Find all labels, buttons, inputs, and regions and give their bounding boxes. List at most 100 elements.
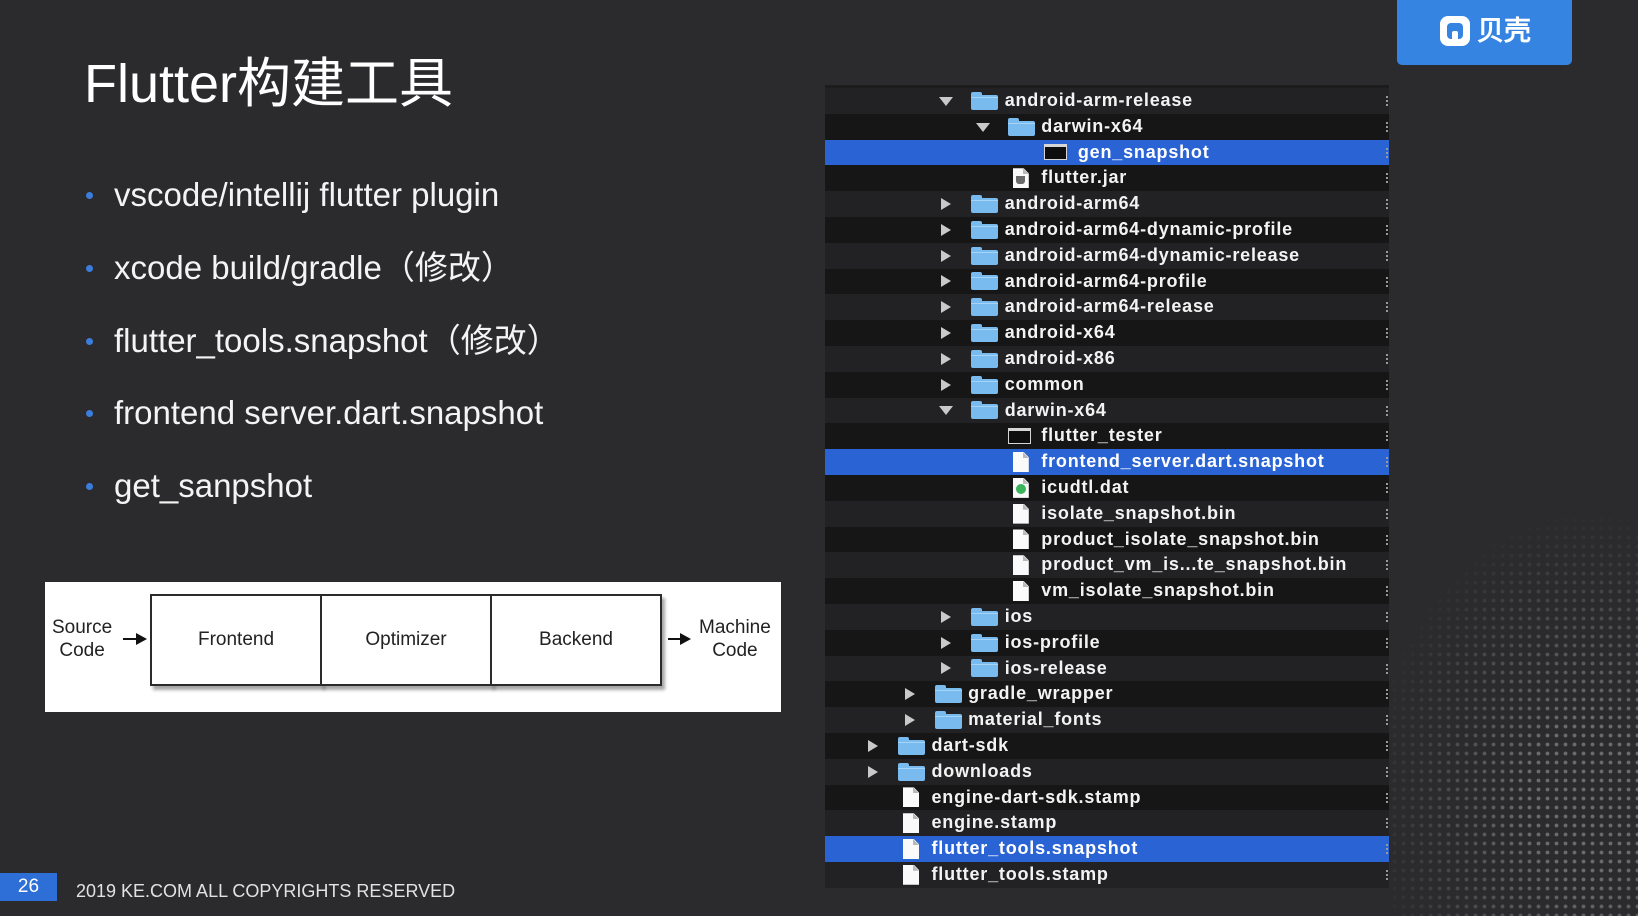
folder-icon — [971, 375, 999, 394]
terminal-icon — [1044, 144, 1068, 161]
column-divider[interactable] — [1386, 147, 1388, 158]
column-divider[interactable] — [1386, 379, 1388, 390]
column-divider[interactable] — [1386, 457, 1388, 468]
file-tree-row[interactable]: isolate_snapshot.bin — [825, 500, 1389, 527]
file-tree-row[interactable]: material_fonts — [825, 707, 1389, 733]
document-icon — [1012, 555, 1029, 576]
column-divider[interactable] — [1386, 869, 1388, 880]
file-tree-row[interactable]: engine.stamp — [825, 810, 1389, 837]
disclosure-triangle-collapsed-icon[interactable] — [941, 198, 952, 211]
stage-frontend: Frontend — [150, 594, 322, 686]
file-tree-row[interactable]: frontend_server.dart.snapshot — [825, 449, 1389, 475]
file-name: android-arm64-release — [1004, 296, 1215, 317]
column-divider[interactable] — [1386, 534, 1388, 545]
column-divider[interactable] — [1386, 715, 1388, 726]
folder-icon — [971, 272, 999, 291]
bullet-dot — [86, 410, 93, 418]
column-divider[interactable] — [1386, 353, 1388, 364]
file-tree-row[interactable]: android-x64 — [825, 320, 1389, 346]
column-divider[interactable] — [1386, 637, 1388, 648]
disclosure-triangle-collapsed-icon[interactable] — [941, 662, 952, 675]
file-tree-row[interactable]: product_isolate_snapshot.bin — [825, 526, 1389, 553]
column-divider[interactable] — [1386, 482, 1388, 493]
file-name: android-x64 — [1004, 322, 1116, 343]
column-divider[interactable] — [1386, 586, 1388, 597]
disclosure-triangle-collapsed-icon[interactable] — [941, 610, 952, 623]
file-tree-row[interactable]: android-arm64-dynamic-profile — [825, 216, 1389, 243]
file-tree-row[interactable]: android-arm-release — [825, 88, 1389, 114]
file-tree-row[interactable]: android-arm64-release — [825, 294, 1389, 321]
file-tree-row[interactable]: ios-release — [825, 655, 1389, 682]
file-tree-row[interactable]: common — [825, 371, 1389, 398]
file-tree-row[interactable]: ios — [825, 603, 1389, 630]
disclosure-triangle-collapsed-icon[interactable] — [941, 275, 952, 288]
column-divider[interactable] — [1386, 508, 1388, 519]
file-tree-row[interactable]: darwin-x64 — [825, 113, 1389, 140]
column-divider[interactable] — [1386, 121, 1388, 132]
column-divider[interactable] — [1386, 740, 1388, 751]
file-tree-row[interactable]: dart-sdk — [825, 732, 1389, 759]
file-name: icudtl.dat — [1041, 476, 1130, 497]
disclosure-triangle-collapsed-icon[interactable] — [941, 249, 952, 262]
bullet-dot — [86, 337, 93, 345]
column-divider[interactable] — [1386, 844, 1388, 855]
file-tree-row[interactable]: flutter_tools.snapshot — [825, 836, 1389, 862]
column-divider[interactable] — [1386, 328, 1388, 339]
file-tree-row[interactable]: flutter_tester — [825, 423, 1389, 450]
diagram-output-label: Machine Code — [699, 617, 771, 661]
disclosure-triangle-expanded-icon[interactable] — [939, 96, 954, 106]
file-tree-row[interactable]: darwin-x64 — [825, 397, 1389, 424]
file-name: darwin-x64 — [1004, 399, 1107, 420]
file-tree-row[interactable]: downloads — [825, 758, 1389, 785]
file-tree-row[interactable]: vm_isolate_snapshot.bin — [825, 578, 1389, 604]
column-divider[interactable] — [1386, 96, 1388, 106]
column-divider[interactable] — [1386, 792, 1388, 803]
disclosure-triangle-expanded-icon[interactable] — [939, 406, 954, 416]
file-tree-row[interactable]: android-x86 — [825, 345, 1389, 372]
file-tree-row[interactable]: flutter.jar — [825, 165, 1389, 192]
disclosure-triangle-collapsed-icon[interactable] — [941, 378, 952, 391]
folder-icon — [971, 659, 999, 678]
column-divider[interactable] — [1386, 173, 1388, 184]
file-tree-row[interactable]: ios-profile — [825, 629, 1389, 656]
disclosure-triangle-collapsed-icon[interactable] — [941, 327, 952, 340]
file-tree-row[interactable]: android-arm64-profile — [825, 268, 1389, 295]
file-tree-row[interactable]: engine-dart-sdk.stamp — [825, 784, 1389, 811]
column-divider[interactable] — [1386, 431, 1388, 442]
disclosure-triangle-collapsed-icon[interactable] — [941, 301, 952, 314]
column-divider[interactable] — [1386, 302, 1388, 313]
file-tree-row[interactable]: flutter_tools.stamp — [825, 861, 1389, 888]
document-icon — [1012, 581, 1029, 602]
disclosure-triangle-collapsed-icon[interactable] — [941, 636, 952, 649]
file-tree-row[interactable]: android-arm64 — [825, 191, 1389, 217]
folder-icon — [971, 349, 999, 368]
column-divider[interactable] — [1386, 663, 1388, 674]
document-icon — [903, 787, 919, 808]
bullet-text: xcode build/gradle（修改） — [114, 248, 514, 286]
disclosure-triangle-collapsed-icon[interactable] — [941, 223, 952, 236]
column-divider[interactable] — [1386, 560, 1388, 571]
column-divider[interactable] — [1386, 689, 1388, 700]
column-divider[interactable] — [1386, 250, 1388, 261]
column-divider[interactable] — [1386, 611, 1388, 622]
disclosure-triangle-collapsed-icon[interactable] — [868, 765, 878, 778]
file-name: gen_snapshot — [1077, 141, 1210, 162]
column-divider[interactable] — [1386, 818, 1388, 829]
disclosure-triangle-collapsed-icon[interactable] — [941, 352, 952, 365]
column-divider[interactable] — [1386, 199, 1388, 210]
file-tree-row[interactable]: product_vm_is...te_snapshot.bin — [825, 552, 1389, 579]
disclosure-triangle-collapsed-icon[interactable] — [904, 714, 915, 727]
disclosure-triangle-collapsed-icon[interactable] — [868, 739, 878, 752]
column-divider[interactable] — [1386, 276, 1388, 287]
file-name: downloads — [931, 760, 1033, 781]
disclosure-triangle-collapsed-icon[interactable] — [904, 688, 915, 701]
column-divider[interactable] — [1386, 766, 1388, 777]
column-divider[interactable] — [1386, 405, 1388, 416]
file-name: vm_isolate_snapshot.bin — [1041, 580, 1275, 601]
file-tree-row[interactable]: gen_snapshot — [825, 139, 1389, 166]
file-tree-row[interactable]: gradle_wrapper — [825, 681, 1389, 708]
file-tree-row[interactable]: icudtl.dat — [825, 474, 1389, 501]
disclosure-triangle-expanded-icon[interactable] — [975, 122, 990, 132]
file-tree-row[interactable]: android-arm64-dynamic-release — [825, 242, 1389, 269]
column-divider[interactable] — [1386, 224, 1388, 235]
